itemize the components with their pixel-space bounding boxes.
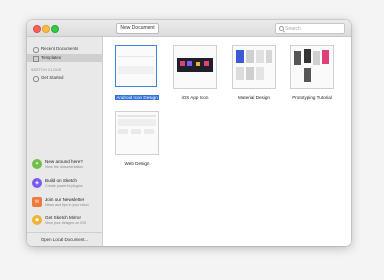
promo-subtitle: View the documentation	[45, 164, 84, 169]
promo-subtitle: View your designs on iOS	[45, 220, 87, 225]
title-bar: New Document	[27, 20, 351, 37]
zoom-window-button[interactable]	[51, 25, 59, 33]
promo-plugins[interactable]: ◈ Build on Sketch Create powerful plugin…	[27, 176, 102, 194]
template-thumbnail	[115, 111, 159, 155]
template-thumbnail	[290, 45, 334, 89]
promo-subtitle: News and tips in your inbox	[45, 202, 89, 207]
sketch-welcome-window: New Document Recent Documents Templates …	[27, 20, 351, 246]
mirror-icon: ◆	[32, 215, 42, 225]
promo-title: Get Sketch Mirror	[45, 215, 81, 220]
promo-title: Join our Newsletter	[45, 197, 85, 202]
sidebar-item-label: Recent Documents	[41, 46, 79, 51]
promo-documentation[interactable]: ✦ New around here? View the documentatio…	[27, 157, 102, 175]
template-thumbnail	[115, 45, 157, 87]
promo-subtitle: Create powerful plugins	[45, 183, 83, 188]
promo-title: New around here?	[45, 159, 83, 164]
compass-icon: ✦	[32, 159, 42, 169]
sidebar-item-recent-documents[interactable]: Recent Documents	[27, 45, 102, 53]
template-icon	[33, 56, 39, 62]
minimize-window-button[interactable]	[42, 25, 50, 33]
search-input[interactable]	[285, 24, 341, 33]
template-thumbnail	[173, 45, 217, 89]
template-label: Material Design	[238, 95, 270, 100]
section-header-sketch-cloud: SKETCH CLOUD	[31, 68, 62, 72]
mail-icon: ✉	[32, 197, 42, 207]
search-field[interactable]	[275, 23, 345, 34]
close-window-button[interactable]	[33, 25, 41, 33]
sidebar-item-label: Get Started	[41, 75, 64, 80]
template-label: Android Icon Design	[114, 95, 160, 100]
clock-icon	[33, 47, 39, 53]
open-local-document-button[interactable]: Open Local Document...	[27, 232, 102, 246]
template-label: Web Design	[124, 161, 150, 166]
sidebar-item-label: Templates	[41, 55, 62, 60]
promo-newsletter[interactable]: ✉ Join our Newsletter News and tips in y…	[27, 195, 102, 213]
templates-grid: Android Icon Design iOS App Icon Materia…	[103, 37, 351, 246]
template-thumbnail	[232, 45, 276, 89]
sidebar-item-get-started[interactable]: Get Started	[27, 74, 102, 82]
template-label: iOS App Icon	[181, 95, 209, 100]
promo-sketch-mirror[interactable]: ◆ Get Sketch Mirror View your designs on…	[27, 213, 102, 231]
promo-title: Build on Sketch	[45, 178, 77, 183]
template-label: Prototyping Tutorial	[292, 95, 332, 100]
search-icon	[279, 26, 284, 31]
plugin-icon: ◈	[32, 178, 42, 188]
new-document-button[interactable]: New Document	[116, 23, 159, 34]
plus-circle-icon	[33, 76, 39, 82]
sidebar: Recent Documents Templates SKETCH CLOUD …	[27, 37, 103, 246]
sidebar-item-templates[interactable]: Templates	[27, 54, 102, 62]
